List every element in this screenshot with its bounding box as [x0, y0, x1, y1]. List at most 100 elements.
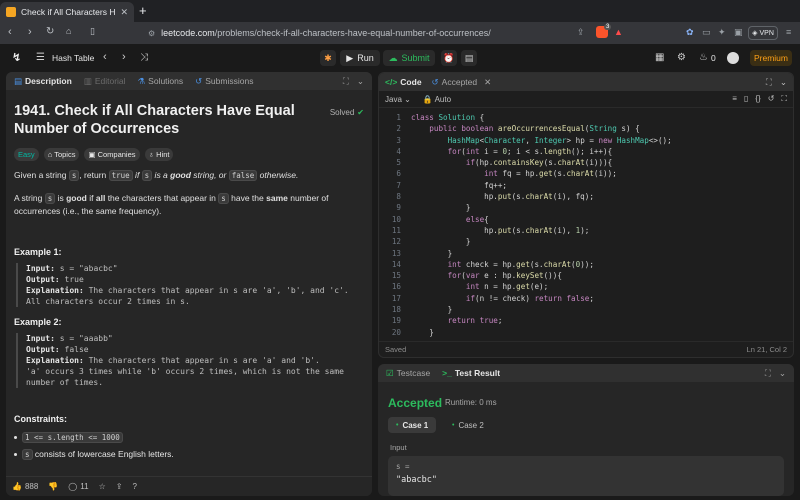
- fullscreen-icon[interactable]: ⛶: [781, 94, 787, 104]
- code-line[interactable]: 16 int n = hp.get(e);: [379, 281, 793, 292]
- solved-label: Solved: [329, 108, 355, 117]
- close-tab-icon[interactable]: ✕: [120, 7, 128, 18]
- notes-button[interactable]: ▤: [461, 50, 477, 66]
- tab-editorial[interactable]: ▥ Editorial: [84, 76, 126, 87]
- forward-icon[interactable]: ›: [28, 26, 32, 38]
- problem-list-icon[interactable]: ☰: [36, 52, 45, 63]
- code-line[interactable]: 2 public boolean areOccurrencesEqual(Str…: [379, 123, 793, 134]
- premium-button[interactable]: Premium: [750, 50, 792, 66]
- streak-fire-icon[interactable]: ♨: [699, 52, 708, 63]
- code-line[interactable]: 15 for(var e : hp.keySet()){: [379, 270, 793, 281]
- run-button[interactable]: ▶ Run: [340, 50, 380, 66]
- tab-title: Check if All Characters Have: [21, 7, 116, 17]
- vpn-button[interactable]: ◈ VPN: [748, 26, 778, 40]
- tab-testcase[interactable]: ☑ Testcase: [386, 368, 430, 379]
- tab-submissions[interactable]: ↺ Submissions: [195, 76, 253, 87]
- code-line[interactable]: 7 fq++;: [379, 180, 793, 191]
- debug-button[interactable]: ✱: [320, 50, 336, 66]
- alarm-icon: ⏰: [443, 52, 455, 63]
- star-icon[interactable]: ☆: [99, 482, 106, 491]
- leo-ai-icon[interactable]: ✦: [718, 27, 726, 38]
- comments-button[interactable]: ◯ 11: [68, 482, 88, 491]
- thumbs-down-icon[interactable]: 👎: [48, 482, 58, 491]
- ex-label: Explanation:: [26, 286, 84, 295]
- code-line[interactable]: 14 int check = hp.get(s.charAt(0));: [379, 259, 793, 270]
- code-line[interactable]: 20 }: [379, 327, 793, 338]
- expand-icon[interactable]: ⛶: [765, 368, 771, 379]
- bookmark-icon[interactable]: ▯: [90, 26, 95, 37]
- format-icon[interactable]: ≡: [732, 94, 737, 104]
- collapse-chevron-icon[interactable]: ⌄: [780, 77, 787, 88]
- code-lines[interactable]: 1 class Solution {2 public boolean areOcc…: [379, 108, 793, 338]
- companies-chip[interactable]: ▣ Companies: [84, 148, 140, 161]
- leetcode-logo-icon[interactable]: ↯: [12, 51, 21, 64]
- code-line[interactable]: 19 return true;: [379, 315, 793, 326]
- problem-list-title[interactable]: Hash Table: [52, 53, 94, 63]
- menu-icon[interactable]: ≡: [786, 27, 791, 37]
- sidebar-toggle-icon[interactable]: ▭: [702, 27, 711, 38]
- brave-rewards-icon[interactable]: ▲: [614, 27, 623, 37]
- tab-test-result[interactable]: >_ Test Result: [442, 368, 500, 378]
- settings-gear-icon[interactable]: ⚙: [677, 52, 686, 63]
- wallet-icon[interactable]: ▣: [734, 27, 743, 38]
- code-line[interactable]: 17 if(n != check) return false;: [379, 293, 793, 304]
- extension-icon[interactable]: ✿: [686, 27, 694, 38]
- auto-mode[interactable]: 🔒 Auto: [423, 95, 451, 104]
- home-icon[interactable]: ⌂: [66, 26, 71, 36]
- like-count: 888: [24, 482, 39, 491]
- code-line[interactable]: 8 hp.put(s.charAt(i), fq);: [379, 191, 793, 202]
- expand-icon[interactable]: ⛶: [343, 76, 349, 87]
- p2-bold: same: [266, 193, 288, 203]
- timer-button[interactable]: ⏰: [441, 50, 457, 66]
- ex-label: Output:: [26, 345, 60, 354]
- new-tab-icon[interactable]: +: [139, 3, 147, 18]
- prev-problem-icon[interactable]: ‹: [103, 51, 107, 63]
- avatar[interactable]: [727, 52, 739, 64]
- code-line[interactable]: 6 int fq = hp.get(s.charAt(i));: [379, 168, 793, 179]
- layout-icon[interactable]: ▦: [655, 52, 664, 63]
- share-icon[interactable]: ⇪: [577, 27, 585, 38]
- shuffle-icon[interactable]: ⤨: [140, 52, 148, 63]
- share-icon[interactable]: ⇪: [116, 482, 123, 491]
- hint-chip[interactable]: ♁ Hint: [144, 148, 174, 161]
- code-line[interactable]: 5 if(hp.containsKey(s.charAt(i))){: [379, 157, 793, 168]
- case-1-tab[interactable]: • Case 1: [388, 417, 437, 433]
- url-field[interactable]: ⚙ leetcode.com/problems/check-if-all-cha…: [144, 25, 578, 41]
- line-number: 9: [396, 203, 401, 213]
- reload-icon[interactable]: ↻: [46, 26, 54, 37]
- case-2-tab[interactable]: • Case 2: [444, 417, 492, 433]
- tab-description[interactable]: ▤ Description: [14, 76, 72, 87]
- back-icon[interactable]: ‹: [8, 26, 12, 38]
- topics-chip[interactable]: ⌂ Topics: [43, 148, 80, 161]
- code-line[interactable]: 13 }: [379, 248, 793, 259]
- code-line[interactable]: 10 else{: [379, 214, 793, 225]
- collapse-chevron-icon[interactable]: ⌄: [779, 368, 786, 379]
- braces-icon[interactable]: {}: [755, 94, 760, 104]
- close-tab-icon[interactable]: ✕: [484, 77, 491, 88]
- next-problem-icon[interactable]: ›: [122, 51, 126, 63]
- code-line[interactable]: 9 }: [379, 202, 793, 213]
- like-button[interactable]: 👍 888: [12, 482, 38, 491]
- bookmark-icon[interactable]: ▯: [744, 94, 748, 104]
- code-line[interactable]: 12 }: [379, 236, 793, 247]
- submit-button[interactable]: ☁ Submit: [383, 50, 435, 66]
- code-line[interactable]: 3 HashMap<Character, Integer> hp = new H…: [379, 135, 793, 146]
- language-select[interactable]: Java ⌄: [385, 95, 411, 104]
- tab-solutions-label: Solutions: [148, 76, 184, 86]
- collapse-chevron-icon[interactable]: ⌄: [357, 76, 364, 87]
- browser-tab[interactable]: Check if All Characters Have ✕: [0, 2, 134, 22]
- reset-icon[interactable]: ↺: [768, 94, 775, 104]
- tab-solutions[interactable]: ⚗ Solutions: [138, 76, 184, 87]
- tab-accepted[interactable]: ↺ Accepted ✕: [432, 77, 492, 88]
- code-line[interactable]: 4 for(int i = 0; i < s.length(); i++){: [379, 146, 793, 157]
- code-line[interactable]: 18 }: [379, 304, 793, 315]
- submit-label: Submit: [401, 53, 430, 63]
- tab-code[interactable]: </> Code: [385, 77, 422, 87]
- help-icon[interactable]: ?: [132, 482, 136, 491]
- expand-icon[interactable]: ⛶: [766, 77, 772, 88]
- vpn-shield-icon: ◈: [752, 30, 758, 37]
- tab-testcase-label: Testcase: [396, 368, 431, 378]
- code-line[interactable]: 11 hp.put(s.charAt(i), 1);: [379, 225, 793, 236]
- site-info-icon[interactable]: ⚙: [148, 29, 155, 38]
- code-line[interactable]: 1 class Solution {: [379, 112, 793, 123]
